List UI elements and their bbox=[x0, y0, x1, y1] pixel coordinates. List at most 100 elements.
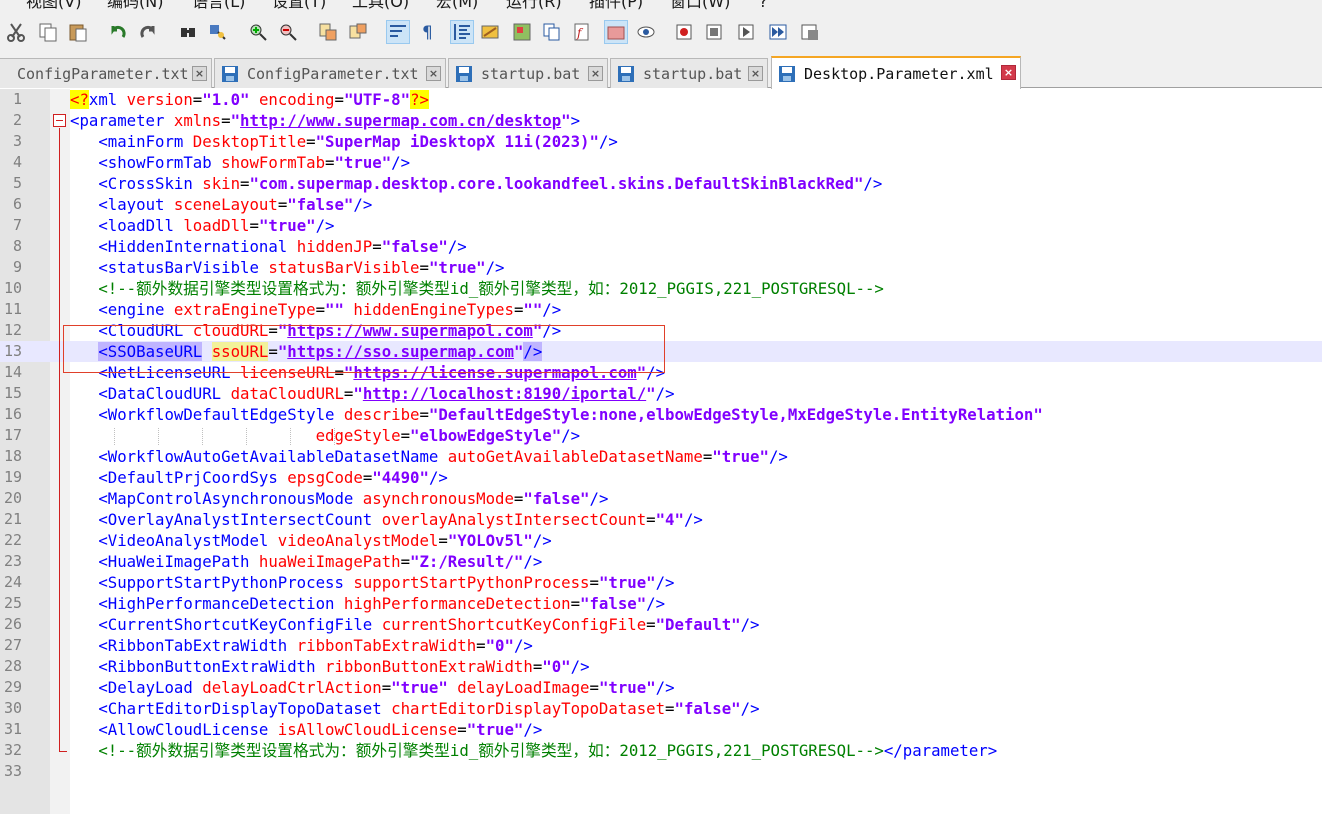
code-line[interactable]: 33 bbox=[0, 761, 1322, 782]
cut-icon[interactable] bbox=[4, 20, 28, 44]
word-wrap-icon[interactable] bbox=[386, 20, 410, 44]
token-eq: = bbox=[362, 468, 373, 487]
replace-icon[interactable] bbox=[206, 20, 230, 44]
code-line[interactable]: 8 <HiddenInternational hiddenJP="false"/… bbox=[0, 236, 1322, 257]
code-line[interactable]: 6 <layout sceneLayout="false"/> bbox=[0, 194, 1322, 215]
indent-guide bbox=[290, 428, 291, 445]
line-content: <CurrentShortcutKeyConfigFile currentSho… bbox=[70, 614, 759, 635]
user-lang-icon[interactable] bbox=[478, 20, 502, 44]
token-attr: epsgCode bbox=[287, 468, 363, 487]
code-line[interactable]: 28 <RibbonButtonExtraWidth ribbonButtonE… bbox=[0, 656, 1322, 677]
tab-configparameter-1[interactable]: ConfigParameter.txt × bbox=[0, 58, 212, 88]
code-line[interactable]: 18 <WorkflowAutoGetAvailableDatasetName … bbox=[0, 446, 1322, 467]
code-line[interactable]: 2 <parameter xmlns="http://www.supermap.c… bbox=[0, 110, 1322, 131]
code-line[interactable]: 26 <CurrentShortcutKeyConfigFile current… bbox=[0, 614, 1322, 635]
record-macro-icon[interactable] bbox=[672, 20, 696, 44]
line-number: 9 bbox=[12, 258, 22, 276]
monitoring-icon[interactable] bbox=[634, 20, 658, 44]
code-line[interactable]: 7 <loadDll loadDll="true"/> bbox=[0, 215, 1322, 236]
close-tab-icon[interactable]: × bbox=[426, 66, 441, 81]
code-line[interactable]: 30 <ChartEditorDisplayTopoDataset chartE… bbox=[0, 698, 1322, 719]
zoom-in-icon[interactable] bbox=[246, 20, 270, 44]
save-macro-icon[interactable] bbox=[798, 20, 822, 44]
code-line[interactable]: 23 <HuaWeiImagePath huaWeiImagePath="Z:/… bbox=[0, 551, 1322, 572]
token-tag: /> bbox=[485, 258, 505, 277]
undo-icon[interactable] bbox=[106, 20, 130, 44]
line-number: 15 bbox=[3, 384, 22, 402]
doc-map-icon[interactable] bbox=[510, 20, 534, 44]
close-tab-icon[interactable]: × bbox=[588, 66, 603, 81]
menu-settings[interactable]: 设置(T) bbox=[272, 0, 326, 14]
menu-macro[interactable]: 宏(M) bbox=[436, 0, 478, 14]
code-line[interactable]: 10 <!--额外数据引擎类型设置格式为：额外引擎类型id_额外引擎类型，如：2… bbox=[0, 278, 1322, 299]
menu-plugins[interactable]: 插件(P) bbox=[589, 0, 643, 14]
token-attr: hiddenJP bbox=[296, 237, 373, 256]
copy-icon[interactable] bbox=[36, 20, 60, 44]
tab-startup-bat-2[interactable]: startup.bat × bbox=[610, 58, 768, 88]
code-line[interactable]: 24 <SupportStartPythonProcess supportSta… bbox=[0, 572, 1322, 593]
code-line[interactable]: 21 <OverlayAnalystIntersectCount overlay… bbox=[0, 509, 1322, 530]
code-line[interactable]: 15 <DataCloudURL dataCloudURL="http://lo… bbox=[0, 383, 1322, 404]
code-line[interactable]: 3 <mainForm DesktopTitle="SuperMap iDesk… bbox=[0, 131, 1322, 152]
menu-help[interactable]: ? bbox=[759, 0, 768, 14]
function-list-icon[interactable]: f bbox=[570, 20, 594, 44]
menu-tools[interactable]: 工具(O) bbox=[352, 0, 409, 14]
code-line[interactable]: 20 <MapControlAsynchronousMode asynchron… bbox=[0, 488, 1322, 509]
code-editor[interactable]: 1 <?xml version="1.0" encoding="UTF-8"?> 2… bbox=[0, 89, 1322, 814]
code-line[interactable]: 29 <DelayLoad delayLoadCtrlAction="true"… bbox=[0, 677, 1322, 698]
redo-icon[interactable] bbox=[136, 20, 160, 44]
menu-language[interactable]: 语言(L) bbox=[192, 0, 245, 14]
token-attr: version bbox=[126, 90, 193, 109]
code-line[interactable]: 19 <DefaultPrjCoordSys epsgCode="4490"/> bbox=[0, 467, 1322, 488]
code-line[interactable]: 17 edgeStyle="elbowEdgeStyle"/> bbox=[0, 425, 1322, 446]
code-line[interactable]: 25 <HighPerformanceDetection highPerform… bbox=[0, 593, 1322, 614]
menu-encoding[interactable]: 编码(N) bbox=[107, 0, 163, 14]
code-line[interactable]: 32 <!--额外数据引擎类型设置格式为：额外引擎类型id_额外引擎类型，如：2… bbox=[0, 740, 1322, 761]
close-tab-icon[interactable]: × bbox=[1001, 65, 1016, 80]
sync-horizontal-icon[interactable] bbox=[346, 20, 370, 44]
line-content: <loadDll loadDll="true"/> bbox=[70, 215, 334, 236]
tab-startup-bat-1[interactable]: startup.bat × bbox=[448, 58, 608, 88]
indent-guide-icon[interactable] bbox=[450, 20, 474, 44]
token-eq: = bbox=[419, 258, 429, 277]
show-all-chars-icon[interactable]: ¶ bbox=[416, 20, 440, 44]
play-macro-icon[interactable] bbox=[734, 20, 758, 44]
folder-workspace-icon[interactable] bbox=[604, 20, 628, 44]
zoom-out-icon[interactable] bbox=[276, 20, 300, 44]
token-tag: <RibbonTabExtraWidth bbox=[98, 636, 297, 655]
code-line[interactable]: 4 <showFormTab showFormTab="true"/> bbox=[0, 152, 1322, 173]
token-attr: supportStartPythonProcess bbox=[353, 573, 590, 592]
floppy-disk-icon bbox=[618, 65, 634, 82]
paste-icon[interactable] bbox=[66, 20, 90, 44]
code-line[interactable]: 5 <CrossSkin skin="com.supermap.desktop.… bbox=[0, 173, 1322, 194]
tab-configparameter-2[interactable]: ConfigParameter.txt × bbox=[214, 58, 446, 88]
find-icon[interactable] bbox=[176, 20, 200, 44]
line-number: 3 bbox=[12, 132, 22, 150]
floppy-disk-icon bbox=[222, 65, 238, 82]
tab-desktop-parameter-xml[interactable]: Desktop.Parameter.xml × bbox=[771, 56, 1021, 89]
close-tab-icon[interactable]: × bbox=[748, 66, 763, 81]
stop-record-icon[interactable] bbox=[702, 20, 726, 44]
code-line[interactable]: 27 <RibbonTabExtraWidth ribbonTabExtraWi… bbox=[0, 635, 1322, 656]
token-attr: statusBarVisible bbox=[268, 258, 420, 277]
menu-view[interactable]: 视图(V) bbox=[26, 0, 81, 14]
menu-window[interactable]: 窗口(W) bbox=[670, 0, 730, 14]
fold-collapse-icon[interactable] bbox=[53, 114, 66, 127]
close-tab-icon[interactable]: × bbox=[192, 66, 207, 81]
code-line[interactable]: 22 <VideoAnalystModel videoAnalystModel=… bbox=[0, 530, 1322, 551]
code-line[interactable]: 1 <?xml version="1.0" encoding="UTF-8"?> bbox=[0, 89, 1322, 110]
run-macro-multiple-icon[interactable] bbox=[766, 20, 790, 44]
sync-vertical-icon[interactable] bbox=[316, 20, 340, 44]
code-line[interactable]: 31 <AllowCloudLicense isAllowCloudLicens… bbox=[0, 719, 1322, 740]
line-content: <AllowCloudLicense isAllowCloudLicense="… bbox=[70, 719, 542, 740]
code-line[interactable]: 9 <statusBarVisible statusBarVisible="tr… bbox=[0, 257, 1322, 278]
code-line[interactable]: 11 <engine extraEngineType="" hiddenEngi… bbox=[0, 299, 1322, 320]
doc-list-icon[interactable] bbox=[540, 20, 564, 44]
menu-run[interactable]: 运行(R) bbox=[506, 0, 562, 14]
token-tag: <showFormTab bbox=[98, 153, 222, 172]
line-content: <ChartEditorDisplayTopoDataset chartEdit… bbox=[70, 698, 759, 719]
code-line[interactable]: 16 <WorkflowDefaultEdgeStyle describe="D… bbox=[0, 404, 1322, 425]
